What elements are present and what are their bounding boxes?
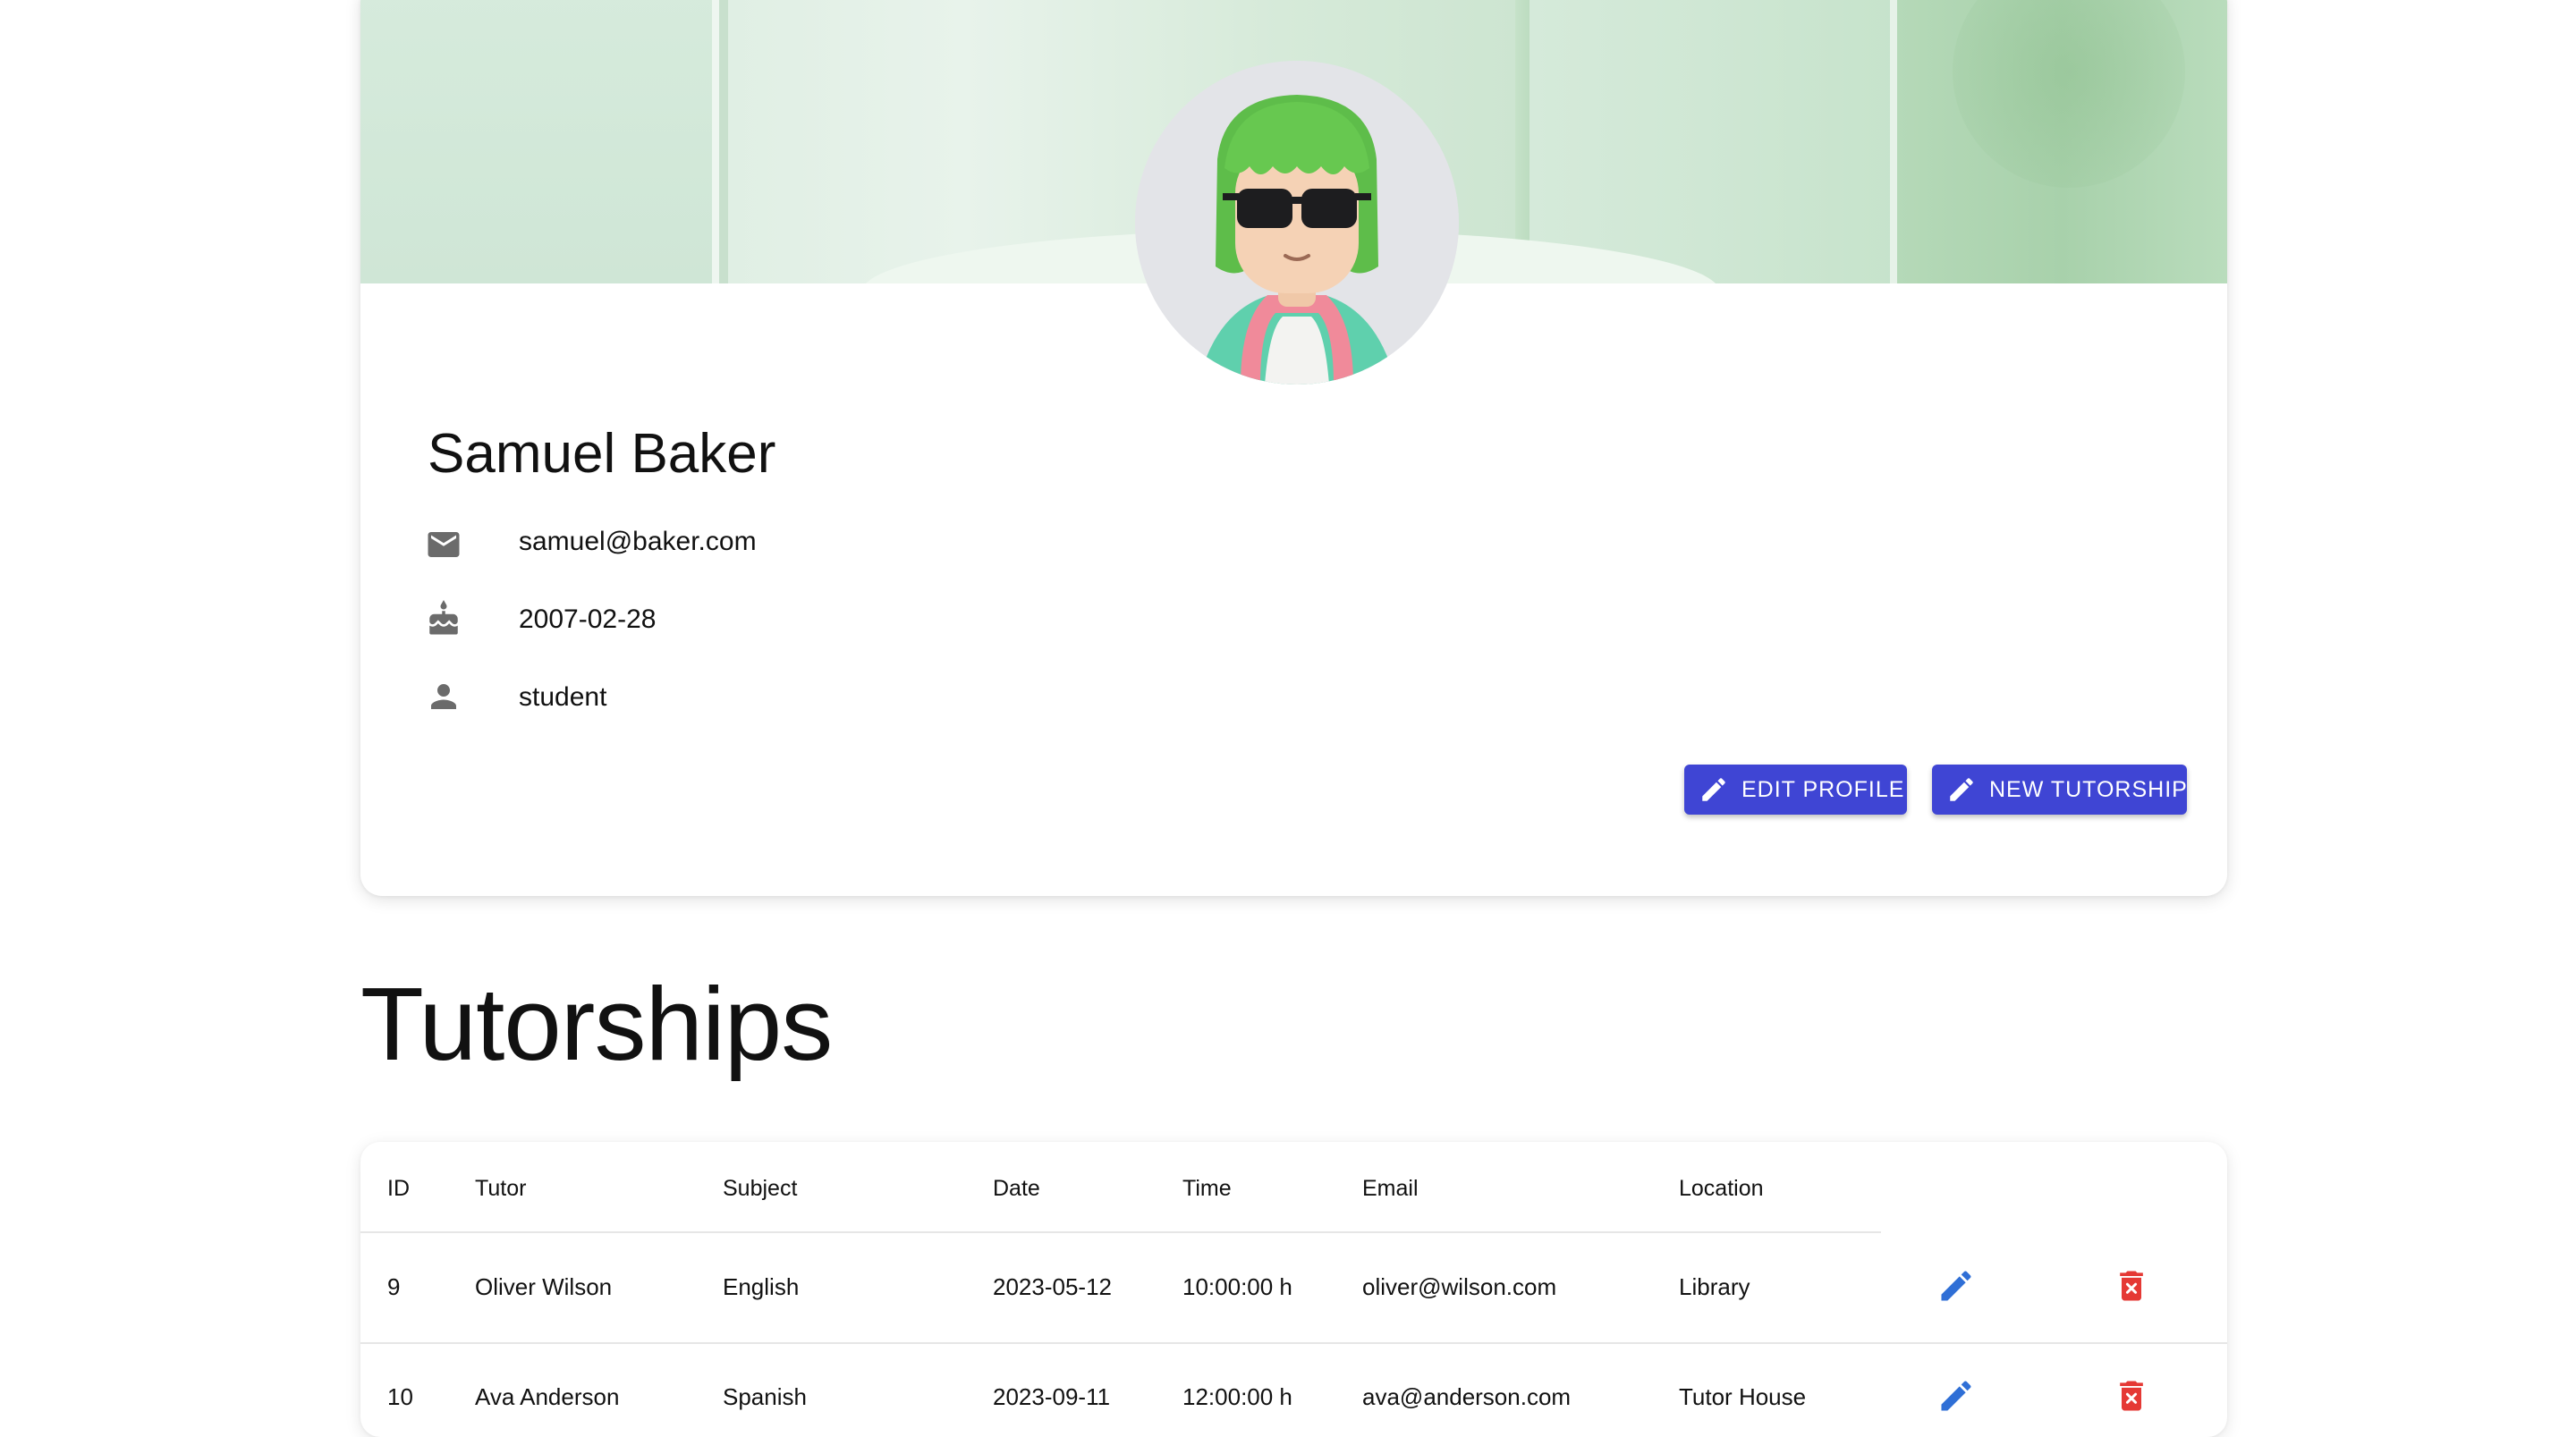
cake-icon [429, 600, 458, 635]
cell-time: 12:00:00 h [1182, 1383, 1292, 1410]
delete-icon[interactable] [2112, 1266, 2151, 1306]
column-header-date: Date [993, 1176, 1040, 1201]
mail-icon [428, 532, 460, 557]
column-header-subject: Subject [723, 1176, 798, 1201]
profile-birthdate: 2007-02-28 [519, 604, 657, 634]
cell-tutor: Oliver Wilson [475, 1273, 613, 1300]
pencil-icon [1950, 778, 1973, 801]
cell-id: 10 [387, 1383, 413, 1410]
table-row: 9 Oliver Wilson English 2023-05-12 10:00… [360, 1233, 2227, 1342]
column-header-email: Email [1362, 1176, 1419, 1201]
profile-email: samuel@baker.com [519, 527, 757, 556]
profile-role: student [519, 682, 607, 712]
cell-date: 2023-05-12 [993, 1273, 1112, 1300]
avatar [1135, 61, 1459, 385]
column-header-id: ID [387, 1176, 410, 1201]
profile-card: Samuel Baker samuel@baker.com 2007-02-28… [360, 0, 2227, 896]
edit-profile-button[interactable]: EDIT PROFILE [1684, 765, 1907, 815]
pencil-icon[interactable] [1936, 1376, 1976, 1416]
column-header-location: Location [1679, 1176, 1764, 1201]
cell-subject: Spanish [723, 1383, 807, 1410]
new-tutorship-button[interactable]: NEW TUTORSHIP [1932, 765, 2187, 815]
cell-date: 2023-09-11 [993, 1383, 1111, 1410]
new-tutorship-label: NEW TUTORSHIP [1989, 776, 2188, 802]
tutorships-table: ID Tutor Subject Date Time Email Locatio… [360, 1142, 2227, 1437]
edit-profile-label: EDIT PROFILE [1741, 776, 1905, 802]
table-row: 10 Ava Anderson Spanish 2023-09-11 12:00… [360, 1344, 2227, 1437]
delete-icon[interactable] [2112, 1376, 2151, 1416]
cell-tutor: Ava Anderson [475, 1383, 620, 1410]
cell-location: Library [1679, 1273, 1750, 1300]
profile-name: Samuel Baker [428, 423, 776, 485]
avatar-illustration [1135, 61, 1459, 385]
column-header-time: Time [1182, 1176, 1232, 1201]
cell-email: oliver@wilson.com [1362, 1273, 1557, 1300]
cell-email: ava@anderson.com [1362, 1383, 1572, 1410]
tutorships-title: Tutorships [360, 966, 833, 1082]
column-header-tutor: Tutor [475, 1176, 527, 1201]
cell-location: Tutor House [1679, 1383, 1807, 1410]
person-icon [431, 684, 456, 709]
cell-time: 10:00:00 h [1182, 1273, 1292, 1300]
cell-subject: English [723, 1273, 800, 1300]
cell-id: 9 [387, 1273, 401, 1300]
pencil-icon [1702, 778, 1725, 801]
pencil-icon[interactable] [1936, 1266, 1976, 1306]
